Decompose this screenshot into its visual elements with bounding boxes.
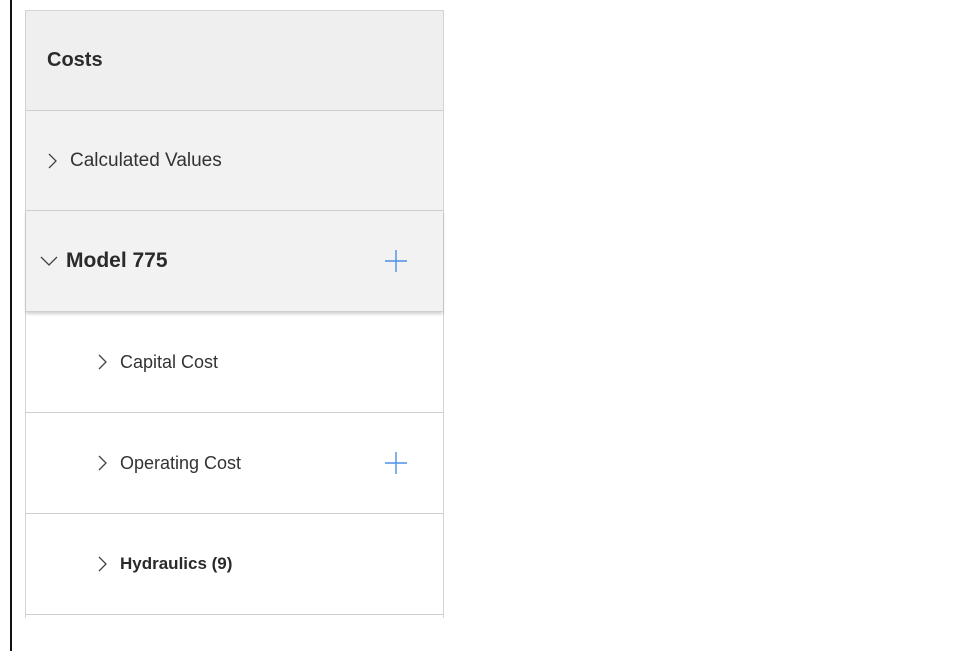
tree-item-calculated-values[interactable]: Calculated Values — [26, 111, 443, 211]
tree-item-label: Hydraulics (9) — [120, 554, 233, 573]
panel-title: Costs — [47, 49, 103, 71]
tree-item-label: Capital Cost — [120, 351, 219, 372]
chevron-right-icon[interactable] — [42, 151, 62, 171]
tree-item-label: Operating Cost — [120, 452, 242, 473]
chevron-right-icon[interactable] — [92, 554, 112, 574]
costs-tree-panel: Costs Calculated Values Model 775 Capita… — [25, 10, 444, 618]
chevron-down-icon[interactable] — [38, 251, 58, 271]
tree-item-capital-cost[interactable]: Capital Cost — [26, 312, 443, 413]
tree-item-label: Calculated Values — [70, 149, 222, 171]
tree-item-model[interactable]: Model 775 — [26, 211, 443, 312]
left-border-rule — [10, 0, 12, 651]
tree-item-label: Model 775 — [66, 249, 168, 272]
panel-header: Costs — [26, 11, 443, 111]
tree-item-hydraulics[interactable]: Hydraulics (9) — [26, 514, 443, 615]
chevron-right-icon[interactable] — [92, 453, 112, 473]
plus-icon[interactable] — [383, 450, 409, 476]
plus-icon[interactable] — [383, 248, 409, 274]
chevron-right-icon[interactable] — [92, 352, 112, 372]
tree-item-operating-cost[interactable]: Operating Cost — [26, 413, 443, 514]
